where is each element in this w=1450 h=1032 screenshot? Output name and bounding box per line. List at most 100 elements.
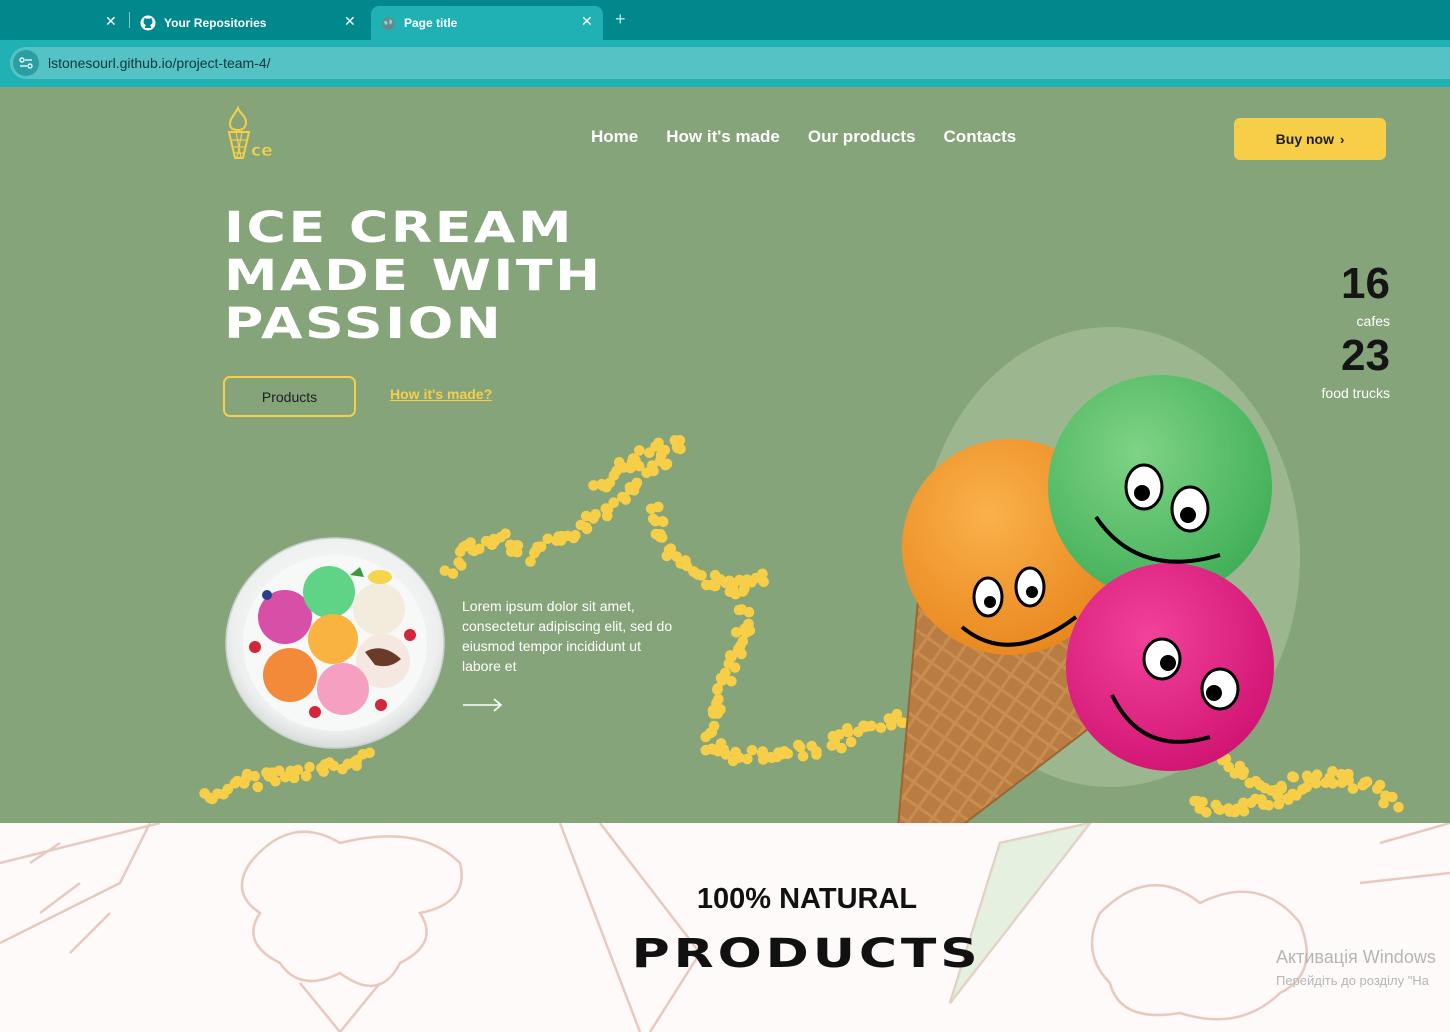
headline-line-1: ICE CREAM (224, 203, 575, 253)
tab-title: Your Repositories (164, 16, 267, 30)
nav-how-its-made[interactable]: How it's made (666, 127, 780, 147)
site-settings-icon[interactable] (13, 50, 39, 76)
natural-title: PRODUCTS (631, 931, 983, 977)
decorative-dot (1347, 783, 1359, 794)
decorative-dot (672, 442, 684, 454)
section-title: PRODUCTS (0, 931, 1450, 977)
decorative-dot (648, 465, 659, 477)
decorative-dot (757, 568, 768, 580)
products-button[interactable]: Products (223, 376, 356, 417)
close-icon[interactable]: ✕ (581, 13, 593, 30)
decorative-dot (712, 684, 723, 696)
decorative-dot (252, 781, 264, 793)
stat-food-trucks-number: 23 (1341, 331, 1390, 380)
address-bar: lstonesourl.github.io/project-team-4/ (0, 40, 1450, 87)
close-icon[interactable]: ✕ (344, 13, 356, 30)
decorative-dot (795, 741, 806, 753)
decorative-dot (739, 623, 750, 635)
decorative-dot (270, 776, 281, 787)
natural-subtitle: 100% NATURAL (696, 883, 918, 915)
ice-cream-logo-icon: ce (227, 105, 273, 161)
decorative-dot (688, 566, 700, 578)
decorative-dot (555, 535, 567, 546)
decorative-dot (645, 503, 657, 515)
nav-home[interactable]: Home (591, 127, 638, 147)
how-its-made-link[interactable]: How it's made? (390, 386, 492, 402)
decorative-dot (1374, 779, 1386, 791)
decorative-dot (249, 770, 260, 782)
decorative-dot (866, 720, 877, 732)
decorative-dot (713, 693, 724, 705)
decorative-dot (1301, 770, 1313, 782)
decorative-dot (734, 574, 745, 586)
decorative-dot (704, 727, 716, 739)
decorative-dot (1310, 778, 1322, 789)
hero-headline: ICE CREAM MADE WITH PASSION (224, 204, 644, 348)
headline-line-3: PASSION (224, 299, 504, 349)
decorative-dot (647, 513, 659, 525)
ice-cream-sketch-background (0, 823, 1450, 1032)
decorative-dot (568, 532, 579, 544)
decorative-dot (453, 557, 465, 568)
decorative-dot (495, 531, 507, 543)
decorative-dot (304, 761, 315, 773)
decorative-dot (841, 723, 853, 734)
url-text: lstonesourl.github.io/project-team-4/ (48, 55, 271, 71)
decorative-dot (675, 558, 686, 569)
decorative-dot (661, 458, 673, 470)
decorative-dot (729, 662, 741, 673)
decorative-dot (845, 736, 857, 748)
github-icon (140, 15, 156, 31)
decorative-dot (712, 708, 723, 719)
logo-text: ce (251, 141, 273, 161)
decorative-dot (733, 604, 745, 616)
decorative-dot (630, 455, 641, 466)
buy-now-label: Buy now (1275, 131, 1334, 147)
nav-contacts[interactable]: Contacts (944, 127, 1017, 147)
decorative-dot (1301, 781, 1312, 793)
decorative-dot (301, 770, 312, 782)
decorative-dot (779, 746, 790, 757)
decorative-dot (207, 793, 218, 805)
arrow-right-icon[interactable] (462, 697, 504, 713)
decorative-dot (1393, 801, 1404, 813)
decorative-dot (238, 778, 250, 789)
stat-cafes-number: 16 (1341, 259, 1390, 308)
nav-our-products[interactable]: Our products (808, 127, 916, 147)
decorative-dot (602, 504, 614, 515)
chevron-right-icon: › (1340, 131, 1345, 147)
hero-description: Lorem ipsum dolor sit amet, consectetur … (462, 598, 673, 674)
tab-divider (129, 12, 130, 28)
decorative-dot (229, 778, 241, 789)
close-icon[interactable]: ✕ (105, 13, 117, 30)
url-field[interactable]: lstonesourl.github.io/project-team-4/ (10, 47, 1450, 79)
buy-now-button[interactable]: Buy now › (1234, 118, 1386, 160)
decorative-dot (661, 550, 673, 562)
ice-cream-cone-image (897, 327, 1300, 823)
decorative-dot (218, 789, 229, 800)
windows-activation-hint: Перейдіть до розділу "На (1276, 973, 1429, 988)
decorative-dot (736, 648, 747, 660)
logo[interactable]: ce (224, 102, 286, 169)
ice-cream-plate-image (225, 537, 445, 749)
browser-tab-blank[interactable]: ✕ (0, 6, 128, 40)
decorative-dot (364, 747, 376, 759)
browser-tab-page-title[interactable]: Page title ✕ (371, 6, 603, 40)
decorative-dot (588, 513, 599, 524)
browser-tab-repositories[interactable]: Your Repositories ✕ (132, 6, 368, 40)
decorative-dot (659, 444, 671, 456)
decorative-dot (580, 522, 592, 533)
decorative-dot (631, 477, 643, 489)
decorative-dot (613, 457, 625, 468)
decorative-dot (811, 746, 822, 757)
stat-cafes-label: cafes (1356, 313, 1390, 329)
decorative-dot (1359, 777, 1370, 788)
decorative-dot (836, 742, 847, 754)
decorative-dot (746, 745, 758, 756)
main-nav: Home How it's made Our products Contacts (591, 127, 1016, 147)
decorative-dot (655, 528, 666, 540)
decorative-dot (730, 589, 741, 600)
decorative-dot (511, 540, 522, 551)
new-tab-plus-icon[interactable]: + (615, 9, 626, 30)
natural-products-section: 100% NATURAL PRODUCTS Активація Windows … (0, 823, 1450, 1032)
